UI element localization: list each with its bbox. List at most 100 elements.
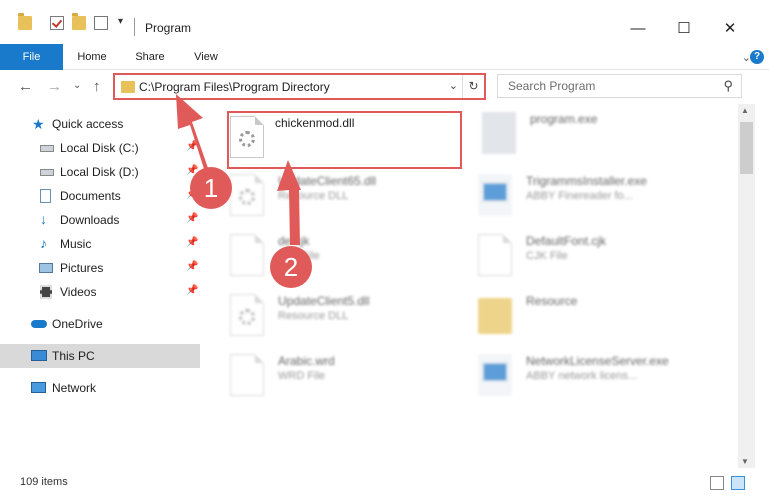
scroll-up-icon[interactable]: ▲ — [741, 106, 749, 115]
recent-locations-button[interactable]: ⌄ — [73, 80, 81, 91]
back-button[interactable]: ← — [18, 78, 33, 95]
sidebar-item-network[interactable]: Network — [0, 376, 200, 400]
sidebar-item-pictures[interactable]: Pictures 📌 — [0, 256, 200, 280]
file-type: ABBY Finereader fo... — [526, 190, 633, 202]
sidebar-item-music[interactable]: ♪ Music 📌 — [0, 232, 200, 256]
pin-icon[interactable]: 📌 — [186, 213, 198, 224]
download-icon: ↓ — [40, 211, 47, 227]
documents-icon — [40, 189, 51, 203]
file-name: TrigrammsInstaller.exe — [526, 174, 647, 188]
pin-icon[interactable]: 📌 — [186, 285, 198, 296]
highlight-box — [227, 111, 462, 169]
drive-icon — [40, 145, 54, 152]
sidebar-item-label: Documents — [60, 189, 121, 203]
sidebar-item-this-pc[interactable]: This PC — [0, 344, 200, 368]
customize-icon[interactable] — [94, 16, 108, 30]
exe-file-icon — [478, 354, 512, 396]
step-badge-2: 2 — [270, 246, 312, 288]
folder-icon — [121, 81, 135, 93]
address-bar[interactable]: C:\Program Files\Program Directory ⌄ ↻ — [113, 73, 486, 100]
file-type: Resource DLL — [278, 190, 349, 202]
tab-home[interactable]: Home — [68, 44, 116, 70]
new-folder-icon[interactable] — [72, 13, 86, 30]
file-icon — [230, 234, 264, 276]
pin-icon[interactable]: 📌 — [186, 141, 198, 152]
title-bar: ▾ Program — ☐ ✕ — [0, 0, 769, 44]
sidebar-item-local-disk-c[interactable]: Local Disk (C:) 📌 — [0, 136, 200, 160]
computer-icon — [31, 350, 47, 361]
minimize-button[interactable]: — — [615, 14, 661, 44]
scroll-down-icon[interactable]: ▼ — [741, 457, 749, 466]
dll-file-icon — [230, 294, 264, 336]
large-icons-view-icon[interactable] — [731, 476, 745, 490]
navigation-pane: ★ Quick access Local Disk (C:) 📌 Local D… — [0, 108, 200, 468]
sidebar-item-downloads[interactable]: ↓ Downloads 📌 — [0, 208, 200, 232]
music-icon: ♪ — [40, 235, 47, 251]
file-name: Resource — [526, 294, 578, 308]
folder-icon — [18, 13, 32, 30]
sidebar-item-label: OneDrive — [52, 317, 103, 331]
pin-icon[interactable]: 📌 — [186, 261, 198, 272]
exe-file-icon — [478, 174, 512, 216]
close-button[interactable]: ✕ — [707, 14, 753, 44]
pin-icon[interactable]: 📌 — [186, 237, 198, 248]
chevron-down-icon[interactable]: ⌄ — [449, 79, 458, 92]
item-count: 109 items — [20, 476, 68, 488]
window-icon — [482, 362, 508, 382]
sidebar-item-label: Pictures — [60, 261, 104, 275]
file-name: Arabic.wrd — [278, 354, 335, 368]
sidebar-item-onedrive[interactable]: OneDrive — [0, 312, 200, 336]
sidebar-item-label: Local Disk (D:) — [60, 165, 139, 179]
ribbon-tabs: File Home Share View ⌄ ? — [0, 44, 769, 70]
refresh-button[interactable]: ↻ — [462, 75, 484, 98]
network-icon — [31, 382, 46, 393]
quick-access-dropdown-icon[interactable]: ▾ — [118, 16, 123, 27]
file-type: Resource DLL — [278, 310, 349, 322]
sidebar-item-local-disk-d[interactable]: Local Disk (D:) 📌 — [0, 160, 200, 184]
gear-icon — [239, 189, 255, 205]
file-type: WRD File — [278, 370, 326, 382]
file-icon — [478, 234, 512, 276]
vertical-scrollbar[interactable]: ▲ ▼ — [738, 104, 755, 468]
search-icon[interactable]: ⚲ — [723, 78, 733, 94]
sidebar-item-documents[interactable]: Documents 📌 — [0, 184, 200, 208]
drive-icon — [40, 169, 54, 176]
address-path[interactable]: C:\Program Files\Program Directory — [139, 80, 330, 94]
maximize-button[interactable]: ☐ — [661, 14, 707, 44]
star-icon: ★ — [32, 116, 45, 132]
window-title: Program — [145, 21, 192, 35]
forward-button[interactable]: → — [47, 78, 62, 95]
file-name: DefaultFont.cjk — [526, 234, 607, 248]
window-icon — [482, 182, 508, 202]
tab-view[interactable]: View — [184, 44, 228, 70]
tab-file[interactable]: File — [0, 44, 63, 70]
file-type: ABBY network licens... — [526, 370, 638, 382]
folder-icon — [478, 298, 512, 334]
file-name: NetworkLicenseServer.exe — [526, 354, 669, 368]
sidebar-item-label: Music — [60, 237, 92, 251]
tab-share[interactable]: Share — [126, 44, 174, 70]
title-divider — [134, 18, 135, 36]
sidebar-item-label: Quick access — [52, 117, 124, 131]
pictures-icon — [39, 263, 53, 273]
sidebar-item-label: Videos — [60, 285, 97, 299]
search-input[interactable]: Search Program ⚲ — [497, 74, 742, 98]
step-badge-1: 1 — [190, 167, 232, 209]
sidebar-item-label: This PC — [52, 349, 95, 363]
cloud-icon — [31, 320, 47, 328]
details-view-icon[interactable] — [710, 476, 724, 490]
dll-file-icon — [230, 174, 264, 216]
up-button[interactable]: ↑ — [93, 78, 101, 95]
file-name: UpdateClient5.dll — [278, 294, 370, 308]
help-icon[interactable]: ? — [750, 50, 764, 64]
sidebar-item-videos[interactable]: Videos 📌 — [0, 280, 200, 304]
search-placeholder: Search Program — [508, 79, 596, 93]
scroll-thumb[interactable] — [740, 122, 753, 174]
file-name: program.exe — [530, 112, 598, 126]
sidebar-item-label: Downloads — [60, 213, 120, 227]
sidebar-item-quick-access[interactable]: ★ Quick access — [0, 112, 200, 136]
properties-icon[interactable] — [50, 16, 64, 30]
file-icon — [230, 354, 264, 396]
sidebar-item-label: Network — [52, 381, 97, 395]
gear-icon — [239, 309, 255, 325]
